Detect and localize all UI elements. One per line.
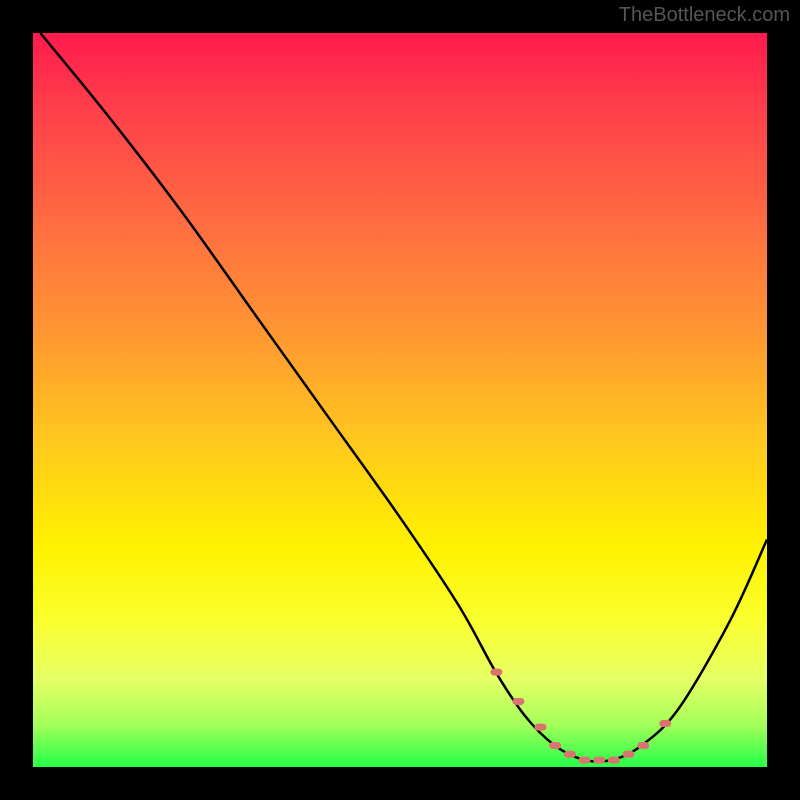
marker-dot [593,757,605,764]
marker-dot [490,669,502,676]
bottleneck-curve-path [40,33,767,761]
marker-dot [637,742,649,749]
chart-plot-area [33,33,767,767]
bottleneck-curve-svg [33,33,767,767]
marker-dot [579,757,591,764]
optimal-range-markers [490,669,671,764]
marker-dot [512,698,524,705]
marker-dot [564,751,576,758]
marker-dot [659,720,671,727]
marker-dot [534,724,546,731]
watermark-text: TheBottleneck.com [619,4,790,27]
marker-dot [623,751,635,758]
marker-dot [549,742,561,749]
marker-dot [608,757,620,764]
